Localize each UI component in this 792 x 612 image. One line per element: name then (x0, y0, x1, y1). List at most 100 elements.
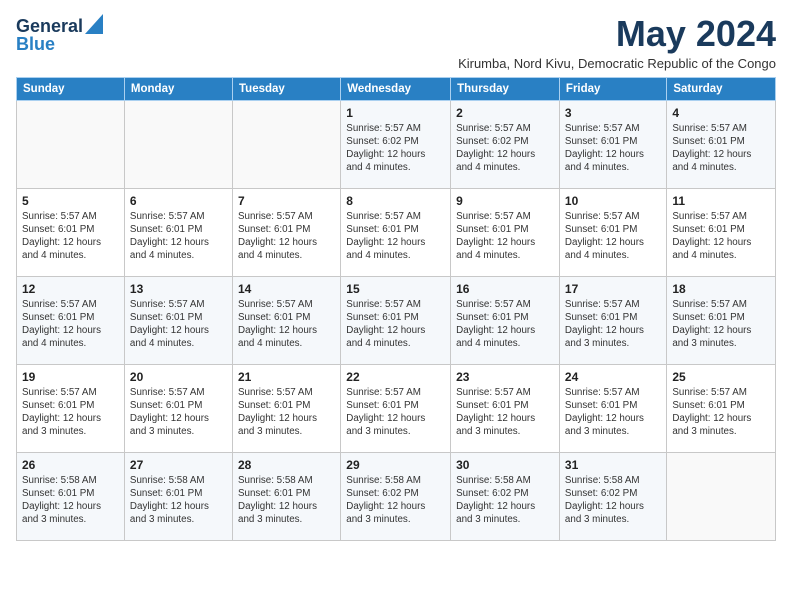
day-info: Sunrise: 5:57 AM Sunset: 6:02 PM Dayligh… (346, 122, 445, 175)
day-info: Sunrise: 5:57 AM Sunset: 6:01 PM Dayligh… (672, 386, 770, 439)
day-number: 6 (130, 193, 227, 209)
calendar-week-4: 19 Sunrise: 5:57 AM Sunset: 6:01 PM Dayli… (17, 364, 776, 452)
day-info: Sunrise: 5:57 AM Sunset: 6:01 PM Dayligh… (346, 298, 445, 351)
day-info: Sunrise: 5:57 AM Sunset: 6:01 PM Dayligh… (238, 210, 335, 263)
day-info: Sunrise: 5:57 AM Sunset: 6:01 PM Dayligh… (565, 298, 661, 351)
calendar-cell: 15Sunrise: 5:57 AM Sunset: 6:01 PM Dayli… (341, 276, 451, 364)
day-info: Sunrise: 5:57 AM Sunset: 6:02 PM Dayligh… (456, 122, 554, 175)
day-number: 1 (346, 105, 445, 121)
calendar-cell: 21Sunrise: 5:57 AM Sunset: 6:01 PM Dayli… (233, 364, 341, 452)
calendar-header-thursday: Thursday (451, 77, 560, 100)
calendar-cell: 17Sunrise: 5:57 AM Sunset: 6:01 PM Dayli… (559, 276, 666, 364)
day-info: Sunrise: 5:57 AM Sunset: 6:01 PM Dayligh… (130, 386, 227, 439)
day-number: 7 (238, 193, 335, 209)
day-info: Sunrise: 5:58 AM Sunset: 6:02 PM Dayligh… (456, 474, 554, 527)
month-year-title: May 2024 (458, 14, 776, 54)
day-number: 11 (672, 193, 770, 209)
day-number: 9 (456, 193, 554, 209)
logo-blue-text: Blue (16, 35, 55, 53)
calendar-cell: 31Sunrise: 5:58 AM Sunset: 6:02 PM Dayli… (559, 452, 666, 540)
day-number: 22 (346, 369, 445, 385)
day-number: 23 (456, 369, 554, 385)
calendar-week-1: 1Sunrise: 5:57 AM Sunset: 6:02 PM Daylig… (17, 100, 776, 188)
calendar-header-saturday: Saturday (667, 77, 776, 100)
calendar-cell: 29Sunrise: 5:58 AM Sunset: 6:02 PM Dayli… (341, 452, 451, 540)
day-number: 5 (22, 193, 119, 209)
day-number: 14 (238, 281, 335, 297)
day-info: Sunrise: 5:57 AM Sunset: 6:01 PM Dayligh… (565, 386, 661, 439)
calendar-cell (17, 100, 125, 188)
logo-triangle-icon (85, 14, 103, 34)
day-info: Sunrise: 5:57 AM Sunset: 6:01 PM Dayligh… (238, 298, 335, 351)
logo: General Blue (16, 14, 103, 53)
calendar-cell: 3Sunrise: 5:57 AM Sunset: 6:01 PM Daylig… (559, 100, 666, 188)
calendar-cell: 1Sunrise: 5:57 AM Sunset: 6:02 PM Daylig… (341, 100, 451, 188)
day-info: Sunrise: 5:58 AM Sunset: 6:02 PM Dayligh… (565, 474, 661, 527)
calendar-cell: 9Sunrise: 5:57 AM Sunset: 6:01 PM Daylig… (451, 188, 560, 276)
day-number: 27 (130, 457, 227, 473)
calendar-week-5: 26Sunrise: 5:58 AM Sunset: 6:01 PM Dayli… (17, 452, 776, 540)
day-info: Sunrise: 5:57 AM Sunset: 6:01 PM Dayligh… (456, 386, 554, 439)
day-info: Sunrise: 5:57 AM Sunset: 6:01 PM Dayligh… (456, 298, 554, 351)
calendar-week-2: 5Sunrise: 5:57 AM Sunset: 6:01 PM Daylig… (17, 188, 776, 276)
day-number: 18 (672, 281, 770, 297)
calendar-cell (124, 100, 232, 188)
day-number: 8 (346, 193, 445, 209)
calendar-cell (667, 452, 776, 540)
day-number: 2 (456, 105, 554, 121)
title-block: May 2024 Kirumba, Nord Kivu, Democratic … (458, 14, 776, 71)
day-info: Sunrise: 5:57 AM Sunset: 6:01 PM Dayligh… (238, 386, 335, 439)
day-info: Sunrise: 5:57 AM Sunset: 6:01 PM Dayligh… (22, 210, 119, 263)
day-number: 4 (672, 105, 770, 121)
calendar-table: SundayMondayTuesdayWednesdayThursdayFrid… (16, 77, 776, 541)
day-info: Sunrise: 5:57 AM Sunset: 6:01 PM Dayligh… (456, 210, 554, 263)
calendar-cell: 24Sunrise: 5:57 AM Sunset: 6:01 PM Dayli… (559, 364, 666, 452)
calendar-cell: 11Sunrise: 5:57 AM Sunset: 6:01 PM Dayli… (667, 188, 776, 276)
page: General Blue May 2024 Kirumba, Nord Kivu… (0, 0, 792, 612)
day-info: Sunrise: 5:57 AM Sunset: 6:01 PM Dayligh… (130, 298, 227, 351)
day-number: 24 (565, 369, 661, 385)
calendar-cell: 2Sunrise: 5:57 AM Sunset: 6:02 PM Daylig… (451, 100, 560, 188)
day-info: Sunrise: 5:58 AM Sunset: 6:01 PM Dayligh… (22, 474, 119, 527)
calendar-cell (233, 100, 341, 188)
day-number: 31 (565, 457, 661, 473)
calendar-cell: 6Sunrise: 5:57 AM Sunset: 6:01 PM Daylig… (124, 188, 232, 276)
header: General Blue May 2024 Kirumba, Nord Kivu… (16, 14, 776, 71)
calendar-cell: 16Sunrise: 5:57 AM Sunset: 6:01 PM Dayli… (451, 276, 560, 364)
day-info: Sunrise: 5:57 AM Sunset: 6:01 PM Dayligh… (565, 122, 661, 175)
day-number: 20 (130, 369, 227, 385)
calendar-cell: 10Sunrise: 5:57 AM Sunset: 6:01 PM Dayli… (559, 188, 666, 276)
day-info: Sunrise: 5:57 AM Sunset: 6:01 PM Dayligh… (22, 298, 119, 351)
day-info: Sunrise: 5:58 AM Sunset: 6:02 PM Dayligh… (346, 474, 445, 527)
day-number: 26 (22, 457, 119, 473)
calendar-cell: 18Sunrise: 5:57 AM Sunset: 6:01 PM Dayli… (667, 276, 776, 364)
calendar-cell: 25Sunrise: 5:57 AM Sunset: 6:01 PM Dayli… (667, 364, 776, 452)
day-number: 16 (456, 281, 554, 297)
day-info: Sunrise: 5:58 AM Sunset: 6:01 PM Dayligh… (130, 474, 227, 527)
day-number: 19 (22, 369, 119, 385)
calendar-header-friday: Friday (559, 77, 666, 100)
day-number: 10 (565, 193, 661, 209)
calendar-cell: 13Sunrise: 5:57 AM Sunset: 6:01 PM Dayli… (124, 276, 232, 364)
day-number: 25 (672, 369, 770, 385)
day-number: 29 (346, 457, 445, 473)
calendar-cell: 23Sunrise: 5:57 AM Sunset: 6:01 PM Dayli… (451, 364, 560, 452)
day-info: Sunrise: 5:57 AM Sunset: 6:01 PM Dayligh… (130, 210, 227, 263)
calendar-week-3: 12Sunrise: 5:57 AM Sunset: 6:01 PM Dayli… (17, 276, 776, 364)
calendar-header-row: SundayMondayTuesdayWednesdayThursdayFrid… (17, 77, 776, 100)
calendar-header-tuesday: Tuesday (233, 77, 341, 100)
day-number: 28 (238, 457, 335, 473)
day-info: Sunrise: 5:57 AM Sunset: 6:01 PM Dayligh… (346, 210, 445, 263)
calendar-cell: 12Sunrise: 5:57 AM Sunset: 6:01 PM Dayli… (17, 276, 125, 364)
day-number: 15 (346, 281, 445, 297)
calendar-cell: 30Sunrise: 5:58 AM Sunset: 6:02 PM Dayli… (451, 452, 560, 540)
day-info: Sunrise: 5:57 AM Sunset: 6:01 PM Dayligh… (346, 386, 445, 439)
calendar-header-sunday: Sunday (17, 77, 125, 100)
logo-general-text: General (16, 17, 83, 35)
calendar-cell: 28Sunrise: 5:58 AM Sunset: 6:01 PM Dayli… (233, 452, 341, 540)
calendar-cell: 26Sunrise: 5:58 AM Sunset: 6:01 PM Dayli… (17, 452, 125, 540)
calendar-header-monday: Monday (124, 77, 232, 100)
calendar-cell: 19Sunrise: 5:57 AM Sunset: 6:01 PM Dayli… (17, 364, 125, 452)
day-info: Sunrise: 5:57 AM Sunset: 6:01 PM Dayligh… (565, 210, 661, 263)
day-number: 17 (565, 281, 661, 297)
